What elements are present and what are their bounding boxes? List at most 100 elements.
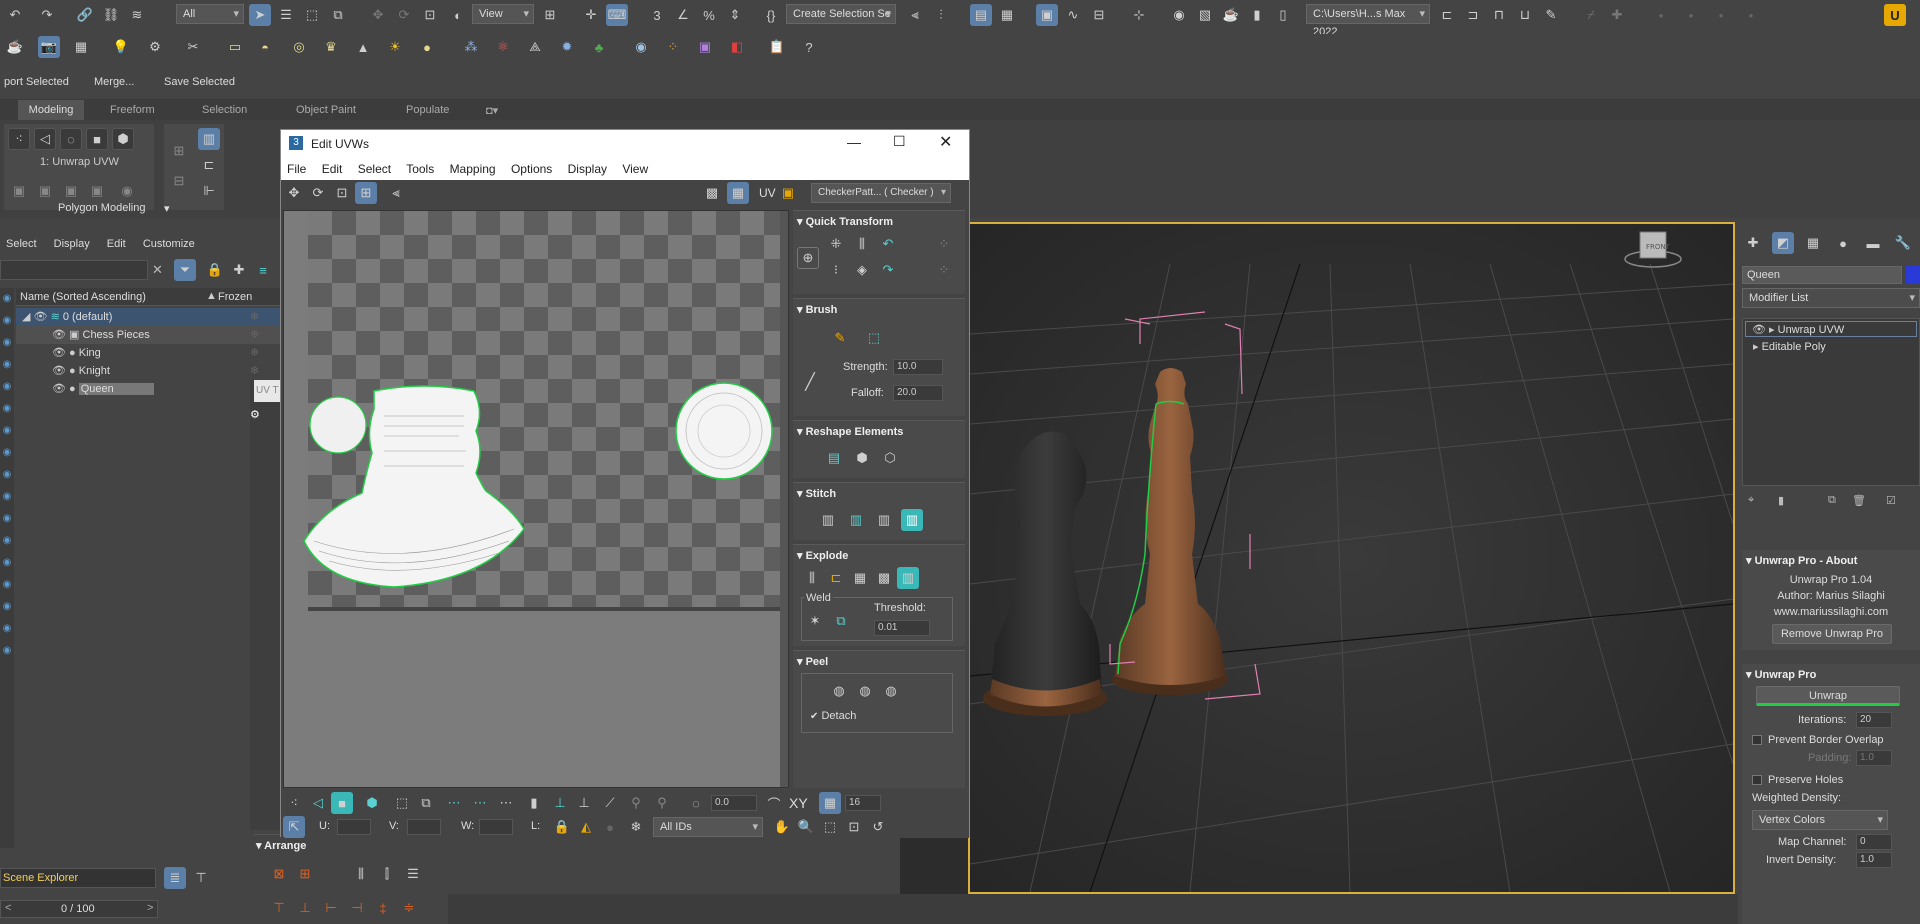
freeze-icon[interactable]: ❄ [250, 308, 259, 326]
weld-icon-1[interactable]: ✶ [804, 610, 826, 632]
utilities-tab-icon[interactable]: 🔧 [1892, 232, 1914, 254]
eye-icon[interactable]: 👁 [34, 311, 48, 323]
render-frame-icon[interactable]: ☕ [1220, 4, 1242, 26]
zoom-icon[interactable]: 🔍 [795, 816, 817, 838]
toggle-ribbon-icon[interactable]: ▦ [996, 4, 1018, 26]
help-icon[interactable]: ? [798, 36, 820, 58]
stack-icon-2[interactable]: ▣ [34, 180, 56, 202]
helper-icon[interactable]: ⚙ [144, 36, 166, 58]
cylinder-icon[interactable]: ◎ [288, 36, 310, 58]
reshape-header[interactable]: ▾ Reshape Elements [797, 425, 903, 438]
iterations-spinner[interactable]: 20 [1856, 712, 1892, 728]
window-crossing-icon[interactable]: ⧉ [327, 4, 349, 26]
color-dots-icon[interactable]: ⁘ [662, 36, 684, 58]
vertex-mode-icon[interactable]: ⁖ [283, 792, 305, 814]
tab-selection[interactable]: Selection [202, 104, 247, 116]
uv-move-icon[interactable]: ✥ [283, 182, 305, 204]
unwrap-header[interactable]: ▾ Unwrap Pro [1746, 668, 1816, 681]
grow-icon[interactable]: ⋯ [495, 792, 517, 814]
side-filter-icons[interactable]: ◉ ◉ ◉ ◉ ◉ ◉ ◉ ◉ ◉ ◉ ◉ ◉ ◉ ◉ ◉ ◉ ◉ [0, 288, 14, 662]
torus-icon[interactable]: ♛ [320, 36, 342, 58]
project-path-dropdown[interactable]: C:\Users\H...s Max 2022 [1306, 4, 1430, 38]
ribbon-options-icon[interactable]: ◘▾ [486, 104, 498, 117]
pin-icon[interactable]: ⌿ [1580, 4, 1602, 26]
keyboard-shortcut-icon[interactable]: ⌨ [606, 4, 628, 26]
menu-customize[interactable]: Customize [143, 238, 195, 250]
explode-header[interactable]: ▾ Explode [797, 549, 848, 562]
expand-icon[interactable]: ▸ [1753, 341, 1759, 353]
unwrap-button[interactable]: Unwrap [1756, 686, 1900, 706]
peel-icon-1[interactable]: ◍ [828, 680, 850, 702]
eye-icon[interactable]: 👁 [52, 347, 66, 359]
percent-snap-icon[interactable]: % [698, 4, 720, 26]
schematic-view-icon[interactable]: ⊹ [1128, 4, 1150, 26]
space-v-icon[interactable]: ◈ [851, 259, 873, 281]
zoom-region-icon[interactable]: ⬚ [819, 816, 841, 838]
preserve-holes-row[interactable]: Preserve Holes [1752, 774, 1843, 786]
freeze-icon[interactable]: ❄ [250, 344, 259, 362]
stack-icon-5[interactable]: ◉ [116, 180, 138, 202]
remove-modifier-icon[interactable]: 🗑 [1852, 494, 1866, 507]
window-icon[interactable]: ⊔ [1514, 4, 1536, 26]
dope-sheet-icon[interactable]: ⊟ [1088, 4, 1110, 26]
uv-mirror-icon[interactable]: ⫷ [385, 182, 407, 204]
pan-icon[interactable]: ✋ [771, 816, 793, 838]
xy-label[interactable]: XY [789, 795, 808, 811]
placement-icon[interactable]: ◐ [447, 4, 469, 26]
arrange-icon-1[interactable]: ⊠ [268, 863, 290, 885]
v-field[interactable] [407, 819, 441, 835]
element-icon[interactable]: ⬢ [112, 128, 134, 150]
align-icon-4[interactable]: ⊣ [346, 897, 368, 919]
menu-options[interactable]: Options [511, 162, 552, 176]
space-h-icon[interactable]: ⫼ [851, 233, 873, 255]
tab-freeform[interactable]: Freeform [110, 104, 155, 116]
uv-rotate-icon[interactable]: ⟳ [307, 182, 329, 204]
align-icon-5[interactable]: ‡ [372, 897, 394, 919]
align-h-icon[interactable]: ⁜ [825, 233, 847, 255]
strength-spinner[interactable]: 10.0 [893, 359, 943, 375]
slider-right-icon[interactable]: > [147, 902, 153, 914]
edit-named-selection-icon[interactable]: {} [760, 4, 782, 26]
snaps-toggle-icon[interactable]: 3 [646, 4, 668, 26]
paint-select-icon[interactable]: ▮ [523, 792, 545, 814]
layer-mode-icon[interactable]: ≣ [164, 867, 186, 889]
stitch-icon-4[interactable]: ▥ [901, 509, 923, 531]
modify-tab-icon[interactable]: ◩ [1772, 232, 1794, 254]
unlink-icon[interactable]: ⛓ [100, 4, 122, 26]
detach-row[interactable]: ✔ Detach [810, 710, 856, 722]
plant-icon[interactable]: ♣ [588, 36, 610, 58]
redo-icon[interactable]: ↷ [36, 4, 58, 26]
freeze-icon[interactable]: ❄ [250, 326, 259, 344]
tab-object-paint[interactable]: Object Paint [296, 104, 356, 116]
explode-icon-2[interactable]: ⊏ [825, 567, 847, 589]
motion-tab-icon[interactable]: ● [1832, 232, 1854, 254]
scene-explorer-dropdown[interactable]: Scene Explorer [0, 868, 156, 888]
lock-icon[interactable]: 🔒 [204, 259, 226, 281]
padding-spinner[interactable]: 1.0 [1856, 750, 1892, 766]
grid-snap-icon[interactable]: ▦ [819, 792, 841, 814]
molecule-icon[interactable]: ⚛ [492, 36, 514, 58]
render-setup-icon[interactable]: ▧ [1194, 4, 1216, 26]
material-editor-icon[interactable]: ◉ [1168, 4, 1190, 26]
spacewarp-icon[interactable]: ✂ [182, 36, 204, 58]
side-icon-2[interactable]: ⊏ [198, 154, 220, 176]
collapse-icon[interactable]: ◢ [22, 311, 30, 323]
checkbox[interactable] [1752, 775, 1762, 786]
column-frozen[interactable]: Frozen [218, 291, 252, 303]
loop-icon[interactable]: ⋯ [443, 792, 465, 814]
brush-header[interactable]: ▾ Brush [797, 303, 837, 316]
add-layer-icon[interactable]: ✚ [228, 259, 250, 281]
about-header[interactable]: ▾ Unwrap Pro - About [1746, 554, 1857, 567]
edge-mode-icon[interactable]: ◁ [307, 792, 329, 814]
edit-icon[interactable]: ✎ [1540, 4, 1562, 26]
uv-label[interactable]: UV [759, 186, 776, 200]
soft-select2-icon[interactable]: ⊥ [573, 792, 595, 814]
lattice-icon[interactable]: ⟁ [524, 36, 546, 58]
close-icon[interactable]: ✕ [939, 132, 952, 152]
polygon-modeling-label[interactable]: Polygon Modeling [58, 202, 145, 214]
tree-row-chess-pieces[interactable]: 👁 ▣ Chess Pieces ❄ [16, 326, 282, 344]
peel-header[interactable]: ▾ Peel [797, 655, 828, 668]
link-icon[interactable]: 🔗 [74, 4, 96, 26]
rect-selection-icon[interactable]: ⬚ [301, 4, 323, 26]
column-name[interactable]: Name (Sorted Ascending) [20, 291, 146, 303]
